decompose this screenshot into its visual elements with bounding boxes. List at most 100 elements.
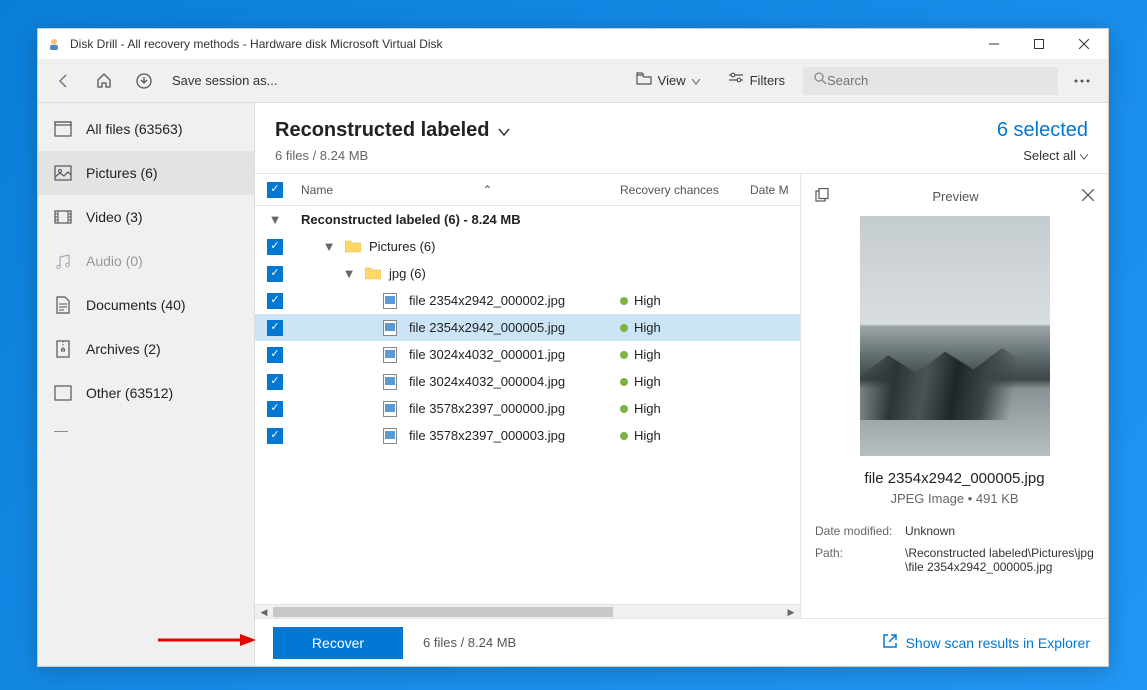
image-file-icon [383,374,399,390]
footer: Recover 6 files / 8.24 MB Show scan resu… [255,618,1108,666]
select-all-button[interactable]: Select all [997,148,1088,163]
external-link-icon [882,633,898,652]
date-modified-label: Date modified: [815,524,905,538]
sidebar-item-documents[interactable]: Documents (40) [38,283,254,327]
maximize-button[interactable] [1016,29,1061,59]
row-checkbox[interactable] [267,293,283,309]
search-icon [813,71,827,90]
video-icon [54,208,72,226]
save-session-label: Save session as... [172,73,278,88]
file-row[interactable]: file 3024x4032_000001.jpg High [255,341,800,368]
status-dot-icon [620,405,628,413]
search-box[interactable] [803,67,1058,95]
home-button[interactable] [88,65,120,97]
all-files-icon [54,120,72,138]
image-file-icon [383,428,399,444]
footer-info: 6 files / 8.24 MB [423,635,516,650]
sidebar-item-label: Audio (0) [86,253,143,269]
sidebar: All files (63563) Pictures (6) Video (3)… [38,103,255,666]
recover-button[interactable]: Recover [273,627,403,659]
documents-icon [54,296,72,314]
scroll-thumb[interactable] [273,607,613,617]
list-header: Name⌃ Recovery chances Date M [255,174,800,206]
column-recovery[interactable]: Recovery chances [620,183,750,197]
view-button[interactable]: View [626,66,710,95]
expand-arrow-icon[interactable]: ▼ [267,212,283,227]
pictures-icon [54,164,72,182]
chevron-down-icon [692,73,700,88]
close-button[interactable] [1061,29,1106,59]
horizontal-scrollbar[interactable]: ◀ ▶ [255,604,800,618]
app-icon [46,36,62,52]
toolbar: Save session as... View Filters [38,59,1108,103]
more-button[interactable] [1066,65,1098,97]
row-checkbox[interactable] [267,320,283,336]
back-button[interactable] [48,65,80,97]
select-all-checkbox[interactable] [267,182,283,198]
sidebar-item-video[interactable]: Video (3) [38,195,254,239]
column-name[interactable]: Name⌃ [295,183,620,197]
titlebar: Disk Drill - All recovery methods - Hard… [38,29,1108,59]
sidebar-item-label: All files (63563) [86,121,183,137]
search-input[interactable] [827,73,1048,88]
sidebar-item-collapse[interactable]: — [38,415,254,445]
app-window: Disk Drill - All recovery methods - Hard… [37,28,1109,667]
list-body: ▼ Reconstructed labeled (6) - 8.24 MB ▼P… [255,206,800,604]
preview-filename: file 2354x2942_000005.jpg [815,470,1094,487]
content-area: Reconstructed labeled 6 files / 8.24 MB … [255,103,1108,666]
sidebar-item-label: Archives (2) [86,341,161,357]
file-row[interactable]: file 3578x2397_000000.jpg High [255,395,800,422]
row-checkbox[interactable] [267,374,283,390]
file-row[interactable]: file 2354x2942_000002.jpg High [255,287,800,314]
row-checkbox[interactable] [267,347,283,363]
show-in-explorer-link[interactable]: Show scan results in Explorer [882,633,1090,652]
column-date[interactable]: Date M [750,183,800,197]
tree-folder-row[interactable]: ▼jpg (6) [255,260,800,287]
sidebar-item-archives[interactable]: Archives (2) [38,327,254,371]
folder-icon [365,266,381,282]
preview-meta: JPEG Image • 491 KB [815,491,1094,506]
selection-count: 6 selected [997,119,1088,142]
image-file-icon [383,320,399,336]
status-dot-icon [620,432,628,440]
row-checkbox[interactable] [267,428,283,444]
sidebar-item-other[interactable]: Other (63512) [38,371,254,415]
filters-button[interactable]: Filters [718,66,795,95]
row-checkbox[interactable] [267,239,283,255]
scroll-left-icon[interactable]: ◀ [257,605,271,618]
tree-root-row[interactable]: ▼ Reconstructed labeled (6) - 8.24 MB [255,206,800,233]
page-subtitle: 6 files / 8.24 MB [275,148,510,163]
image-file-icon [383,293,399,309]
sidebar-item-audio[interactable]: Audio (0) [38,239,254,283]
file-row[interactable]: file 3024x4032_000004.jpg High [255,368,800,395]
sidebar-item-label: Video (3) [86,209,143,225]
sidebar-item-label: Documents (40) [86,297,186,313]
path-label: Path: [815,546,905,574]
preview-image [860,216,1050,456]
chevron-down-icon [1080,148,1088,163]
expand-arrow-icon[interactable]: ▼ [321,239,337,254]
status-dot-icon [620,351,628,359]
image-file-icon [383,347,399,363]
path-value: \Reconstructed labeled\Pictures\jpg\file… [905,546,1094,574]
sidebar-item-all-files[interactable]: All files (63563) [38,107,254,151]
sidebar-item-label: Pictures (6) [86,165,158,181]
tree-folder-row[interactable]: ▼Pictures (6) [255,233,800,260]
copy-icon[interactable] [815,188,829,205]
window-title: Disk Drill - All recovery methods - Hard… [70,37,971,51]
file-row[interactable]: file 2354x2942_000005.jpg High [255,314,800,341]
sidebar-item-pictures[interactable]: Pictures (6) [38,151,254,195]
minimize-button[interactable] [971,29,1016,59]
expand-arrow-icon[interactable]: ▼ [341,266,357,281]
row-checkbox[interactable] [267,401,283,417]
audio-icon [54,252,72,270]
scroll-right-icon[interactable]: ▶ [784,605,798,618]
preview-label: Preview [829,189,1082,204]
save-session-button[interactable] [128,65,160,97]
file-row[interactable]: file 3578x2397_000003.jpg High [255,422,800,449]
page-title[interactable]: Reconstructed labeled [275,119,510,142]
content-header: Reconstructed labeled 6 files / 8.24 MB … [255,103,1108,173]
date-modified-value: Unknown [905,524,1094,538]
row-checkbox[interactable] [267,266,283,282]
close-preview-button[interactable] [1082,189,1094,204]
